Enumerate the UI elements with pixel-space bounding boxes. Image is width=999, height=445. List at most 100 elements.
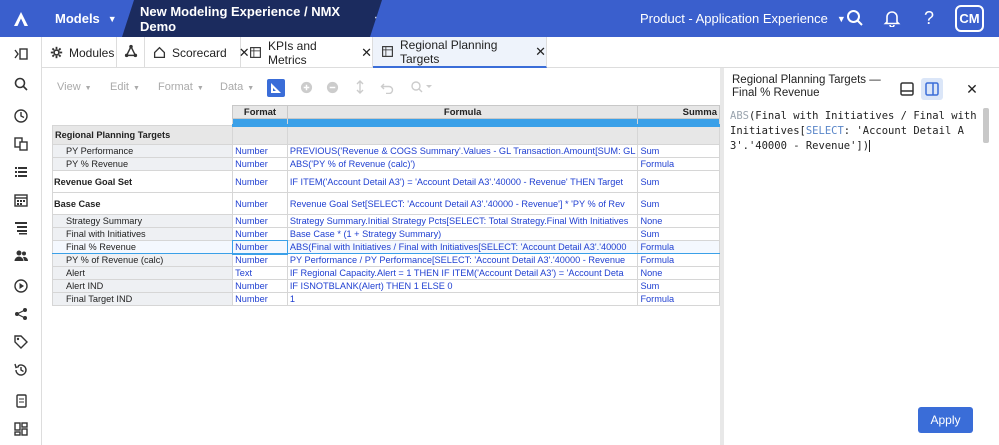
summary-cell[interactable]: None bbox=[637, 266, 720, 280]
summary-cell[interactable]: Formula bbox=[637, 253, 720, 267]
blueprint-toggle-button[interactable] bbox=[267, 79, 285, 97]
line-item-row[interactable]: PY % Revenue Number ABS('PY % of Revenue (… bbox=[52, 157, 720, 171]
formula-cell[interactable]: IF ISNOTBLANK(Alert) THEN 1 ELSE 0 bbox=[286, 279, 639, 293]
summary-cell[interactable]: None bbox=[637, 214, 720, 228]
line-item-label[interactable]: PY Performance bbox=[52, 144, 234, 158]
line-item-label[interactable]: Revenue Goal Set bbox=[52, 170, 234, 193]
zoom-search-icon[interactable] bbox=[408, 79, 436, 95]
dashboard-icon[interactable] bbox=[12, 420, 30, 438]
hierarchy-list-icon[interactable] bbox=[12, 219, 30, 237]
line-item-label[interactable]: Strategy Summary bbox=[52, 214, 234, 228]
history-clock-icon[interactable] bbox=[12, 107, 30, 125]
format-cell[interactable]: Number bbox=[232, 253, 288, 267]
format-cell[interactable]: Number bbox=[232, 157, 288, 171]
dock-bottom-icon[interactable] bbox=[896, 78, 918, 100]
help-icon[interactable]: ? bbox=[918, 7, 940, 29]
formula-cell[interactable]: ABS(Final with Initiatives / Final with … bbox=[286, 240, 639, 254]
calendar-icon[interactable] bbox=[12, 191, 30, 209]
blueprint-grid[interactable]: Format Formula Summa Regional Planning T… bbox=[52, 105, 720, 445]
format-cell[interactable]: Number bbox=[232, 170, 288, 193]
format-menu[interactable]: Format ▼ bbox=[158, 81, 204, 93]
document-icon[interactable] bbox=[12, 392, 30, 410]
actions-play-icon[interactable] bbox=[12, 277, 30, 295]
format-cell[interactable] bbox=[232, 125, 288, 145]
tab-anaplan-home[interactable] bbox=[117, 37, 145, 68]
dock-right-icon[interactable] bbox=[921, 78, 943, 100]
formula-cell[interactable]: 1 bbox=[286, 292, 639, 306]
line-item-label[interactable]: Base Case bbox=[52, 192, 234, 215]
user-avatar[interactable]: CM bbox=[955, 5, 984, 32]
formula-cell[interactable]: IF Regional Capacity.Alert = 1 THEN IF I… bbox=[286, 266, 639, 280]
formula-cell[interactable] bbox=[286, 125, 639, 145]
summary-cell[interactable]: Sum bbox=[637, 279, 720, 293]
notifications-bell-icon[interactable] bbox=[881, 7, 903, 29]
tag-icon[interactable] bbox=[12, 333, 30, 351]
line-item-row[interactable]: Alert IND Number IF ISNOTBLANK(Alert) THEN… bbox=[52, 279, 720, 293]
tab-regional-planning-targets[interactable]: Regional Planning Targets ✕ bbox=[373, 37, 547, 68]
anaplan-logo-icon[interactable] bbox=[0, 0, 42, 37]
line-item-label[interactable]: Alert bbox=[52, 266, 234, 280]
formula-cell[interactable]: Strategy Summary.Initial Strategy Pcts[S… bbox=[286, 214, 639, 228]
line-item-row[interactable]: Alert Text IF Regional Capacity.Alert = 1 … bbox=[52, 266, 720, 280]
line-item-label[interactable]: Regional Planning Targets bbox=[52, 125, 234, 145]
tab-modules[interactable]: Modules bbox=[42, 37, 117, 68]
line-item-label[interactable]: Final % Revenue bbox=[52, 240, 234, 254]
model-selector[interactable]: New Modeling Experience / NMX Demo ▼ bbox=[122, 0, 382, 37]
column-header-summary[interactable]: Summa bbox=[637, 105, 720, 119]
line-item-row[interactable]: Base Case Number Revenue Goal Set[SELECT: … bbox=[52, 192, 720, 215]
edit-menu[interactable]: Edit ▼ bbox=[110, 81, 140, 93]
reorder-icon[interactable] bbox=[352, 79, 368, 95]
search-icon[interactable] bbox=[844, 7, 866, 29]
remove-icon[interactable] bbox=[324, 79, 340, 95]
line-item-label[interactable]: PY % of Revenue (calc) bbox=[52, 253, 234, 267]
models-menu[interactable]: Models ▼ bbox=[42, 0, 132, 37]
summary-cell[interactable]: Sum bbox=[637, 144, 720, 158]
line-item-row[interactable]: Final Target IND Number 1 Formula bbox=[52, 292, 720, 306]
formula-cell[interactable]: Base Case * (1 + Strategy Summary) bbox=[286, 227, 639, 241]
formula-cell[interactable]: PREVIOUS('Revenue & COGS Summary'.Values… bbox=[286, 144, 639, 158]
expand-sidebar-icon[interactable] bbox=[12, 45, 30, 63]
line-item-label[interactable]: Final Target IND bbox=[52, 292, 234, 306]
summary-cell[interactable]: Formula bbox=[637, 157, 720, 171]
format-cell[interactable]: Number bbox=[232, 192, 288, 215]
formula-cell[interactable]: ABS('PY % of Revenue (calc)') bbox=[286, 157, 639, 171]
close-icon[interactable]: ✕ bbox=[535, 44, 546, 60]
line-item-row[interactable]: Strategy Summary Number Strategy Summary.I… bbox=[52, 214, 720, 228]
integrations-icon[interactable] bbox=[12, 305, 30, 323]
formula-cell[interactable]: PY Performance / PY Performance[SELECT: … bbox=[286, 253, 639, 267]
users-icon[interactable] bbox=[12, 247, 30, 265]
format-cell[interactable]: Number bbox=[232, 292, 288, 306]
lists-icon[interactable] bbox=[12, 163, 30, 181]
section-row[interactable]: Regional Planning Targets bbox=[52, 125, 720, 145]
data-menu[interactable]: Data ▼ bbox=[220, 81, 254, 93]
format-cell[interactable]: Number bbox=[231, 239, 289, 255]
line-item-label[interactable]: PY % Revenue bbox=[52, 157, 234, 171]
view-menu[interactable]: View ▼ bbox=[57, 81, 92, 93]
format-cell[interactable]: Number bbox=[232, 279, 288, 293]
format-cell[interactable]: Number bbox=[232, 227, 288, 241]
line-item-label[interactable]: Final with Initiatives bbox=[52, 227, 234, 241]
line-item-row[interactable]: PY Performance Number PREVIOUS('Revenue & … bbox=[52, 144, 720, 158]
column-header-format[interactable]: Format bbox=[232, 105, 288, 119]
editor-scrollbar[interactable] bbox=[983, 108, 989, 143]
summary-cell[interactable]: Sum bbox=[637, 192, 720, 215]
summary-cell[interactable]: Sum bbox=[637, 227, 720, 241]
summary-cell[interactable]: Sum bbox=[637, 170, 720, 193]
line-item-row[interactable]: PY % of Revenue (calc) Number PY Performan… bbox=[52, 253, 720, 267]
line-item-row[interactable]: Final % Revenue Number ABS(Final with Init… bbox=[52, 239, 720, 255]
summary-cell[interactable]: Formula bbox=[637, 240, 720, 254]
summary-cell[interactable]: Formula bbox=[637, 292, 720, 306]
modules-copy-icon[interactable] bbox=[12, 135, 30, 153]
apply-button[interactable]: Apply bbox=[918, 407, 973, 433]
line-item-row[interactable]: Final with Initiatives Number Base Case * … bbox=[52, 227, 720, 241]
formula-cell[interactable]: IF ITEM('Account Detail A3') = 'Account … bbox=[286, 170, 639, 193]
tab-kpis-and-metrics[interactable]: KPIs and Metrics ✕ bbox=[241, 37, 373, 68]
search-icon[interactable] bbox=[12, 75, 30, 93]
tab-scorecard[interactable]: Scorecard ✕ bbox=[145, 37, 250, 68]
add-icon[interactable] bbox=[298, 79, 314, 95]
summary-cell[interactable] bbox=[637, 125, 720, 145]
workspace-selector[interactable]: Product - Application Experience ▼ bbox=[640, 0, 846, 37]
line-item-row[interactable]: Revenue Goal Set Number IF ITEM('Account D… bbox=[52, 170, 720, 193]
close-panel-icon[interactable]: ✕ bbox=[961, 78, 983, 100]
undo-icon[interactable] bbox=[379, 79, 395, 95]
